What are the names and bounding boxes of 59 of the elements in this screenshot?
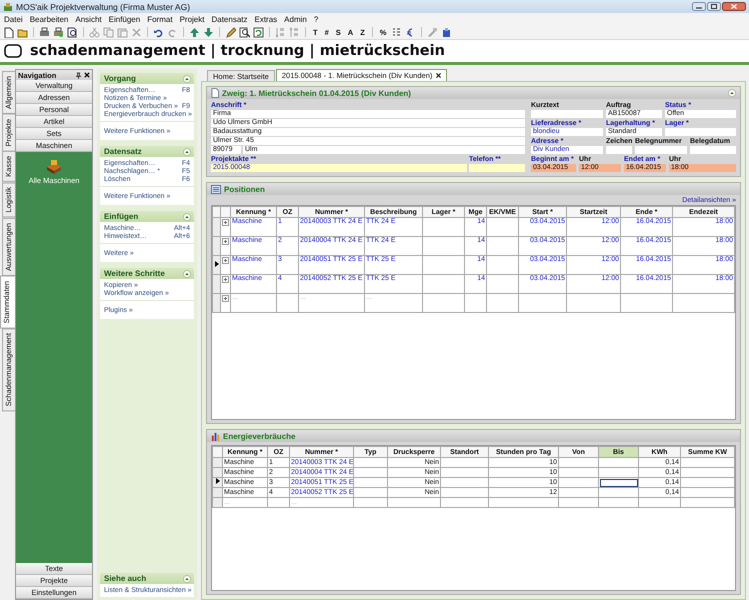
refresh-icon[interactable] xyxy=(253,26,264,38)
bar-chart-icon xyxy=(211,432,220,440)
input-field[interactable] xyxy=(665,128,736,136)
expand-icon[interactable] xyxy=(222,257,229,264)
box-icon[interactable] xyxy=(441,26,452,38)
app-icon xyxy=(3,2,13,12)
menu-item[interactable]: Datensatz xyxy=(211,14,248,24)
search-icon[interactable] xyxy=(239,26,250,38)
input-field[interactable] xyxy=(635,146,687,154)
pin-icon[interactable] xyxy=(76,72,81,78)
page-heading: schadenmanagement | trocknung | mietrückschein xyxy=(30,43,445,59)
collapse-icon[interactable] xyxy=(183,574,191,582)
menu-item[interactable]: Datei xyxy=(4,14,23,24)
document-icon xyxy=(211,88,219,98)
collapse-icon[interactable] xyxy=(183,212,191,220)
panel-header: Positionen xyxy=(207,183,740,195)
menu-item[interactable]: Bearbeiten xyxy=(30,14,68,24)
printer-icon[interactable] xyxy=(39,26,50,38)
printer-icon[interactable] xyxy=(53,26,64,38)
collapse-icon[interactable] xyxy=(728,89,736,97)
columns-icon[interactable] xyxy=(391,26,402,38)
task-group-header[interactable]: Datensatz xyxy=(100,146,194,157)
menu-item[interactable]: Einfügen xyxy=(108,14,140,24)
menu-item[interactable]: Extras xyxy=(254,14,278,24)
task-group-header[interactable]: Siehe auch xyxy=(100,573,194,584)
menu-item[interactable]: Format xyxy=(147,14,173,24)
machine-icon[interactable] xyxy=(44,158,63,174)
collapse-icon[interactable] xyxy=(183,74,191,82)
input-field[interactable] xyxy=(531,110,603,118)
preview-icon[interactable] xyxy=(67,26,78,38)
panel-header: Energieverbräuche xyxy=(207,430,740,442)
logo-icon xyxy=(4,44,22,58)
menu-item[interactable]: Admin xyxy=(284,14,307,24)
task-group-header[interactable]: Vorgang xyxy=(100,73,194,84)
list-icon xyxy=(211,184,221,194)
expand-icon[interactable] xyxy=(222,276,229,283)
close-icon[interactable] xyxy=(436,73,442,78)
collapse-icon[interactable] xyxy=(183,270,191,278)
arrow-up-icon[interactable] xyxy=(189,26,200,38)
input-field[interactable] xyxy=(606,146,632,154)
expand-icon[interactable] xyxy=(222,238,229,245)
task-group-header[interactable]: Weitere Schritte xyxy=(100,268,194,279)
input-field[interactable] xyxy=(469,164,525,172)
close-icon[interactable] xyxy=(722,2,746,11)
collapse-icon[interactable] xyxy=(183,148,191,156)
input-field[interactable] xyxy=(690,146,736,154)
minimize-icon[interactable] xyxy=(692,2,706,11)
arrow-down-icon[interactable] xyxy=(203,26,214,38)
window-title: MOS'aik Projektverwaltung (Firma Muster AG) xyxy=(16,2,190,12)
maximize-icon[interactable] xyxy=(707,2,721,11)
menu-item[interactable]: ? xyxy=(314,14,318,24)
task-group-header[interactable]: Einfügen xyxy=(100,211,194,222)
undo-icon[interactable] xyxy=(153,26,164,38)
expand-icon[interactable] xyxy=(222,295,229,302)
expand-icon[interactable] xyxy=(222,219,229,226)
close-icon[interactable] xyxy=(84,72,90,78)
menu-item[interactable]: Projekt xyxy=(180,14,204,24)
panel-header: Zweig: 1. Mietrückschein 01.04.2015 (Div Kunden) xyxy=(207,87,740,99)
menu-item[interactable]: Ansicht xyxy=(75,14,102,24)
